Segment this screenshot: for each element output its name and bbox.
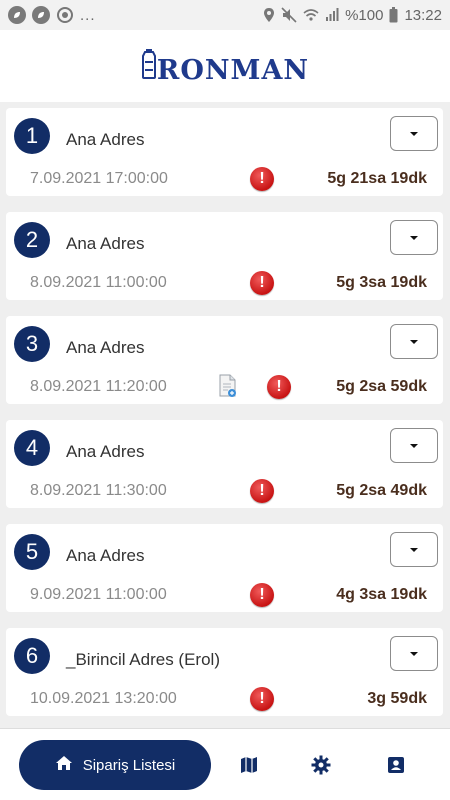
- order-number-badge: 3: [14, 326, 50, 362]
- order-date: 7.09.2021 17:00:00: [30, 170, 168, 187]
- water-bottle-icon: [141, 48, 157, 84]
- app-header: RONMAN: [0, 30, 450, 112]
- order-number-badge: 4: [14, 430, 50, 466]
- order-address: Ana Adres: [66, 234, 145, 253]
- order-dropdown-button[interactable]: [390, 324, 438, 359]
- battery-icon: [389, 7, 398, 23]
- settings-icon[interactable]: [311, 755, 331, 775]
- logo-text: RONMAN: [156, 54, 310, 86]
- order-dropdown-button[interactable]: [390, 428, 438, 463]
- alert-icon: !: [250, 167, 274, 191]
- sync-icon: [56, 6, 74, 24]
- location-icon: [263, 7, 275, 23]
- alert-icon: !: [250, 271, 274, 295]
- bottom-navigation: Sipariş Listesi: [0, 728, 450, 800]
- order-card[interactable]: 6 _Birincil Adres (Erol) 10.09.2021 13:20:…: [6, 628, 443, 716]
- order-dropdown-button[interactable]: [390, 116, 438, 151]
- notification-more: ...: [80, 6, 96, 24]
- order-address: Ana Adres: [66, 130, 145, 149]
- alert-icon: !: [250, 687, 274, 711]
- order-card[interactable]: 2 Ana Adres 8.09.2021 11:00:00! 5g 3sa 19dk: [6, 212, 443, 300]
- order-number-badge: 6: [14, 638, 50, 674]
- order-list-button-label: Sipariş Listesi: [82, 756, 176, 774]
- order-dropdown-button[interactable]: [390, 532, 438, 567]
- battery-level: %100: [345, 6, 384, 24]
- order-dropdown-button[interactable]: [390, 220, 438, 255]
- order-address: Ana Adres: [66, 338, 145, 357]
- order-card[interactable]: 5 Ana Adres 9.09.2021 11:00:00! 4g 3sa 19dk: [6, 524, 443, 612]
- mute-icon: [281, 7, 297, 23]
- order-dropdown-button[interactable]: [390, 636, 438, 671]
- home-icon: [55, 755, 73, 775]
- caret-down-icon: [410, 651, 418, 656]
- caret-down-icon: [410, 443, 418, 448]
- order-remaining-time: 3g 59dk: [367, 690, 427, 707]
- signal-icon: [325, 8, 339, 22]
- order-address: Ana Adres: [66, 442, 145, 461]
- ironman-logo: RONMAN: [141, 48, 310, 86]
- leaf-icon: [8, 6, 26, 24]
- contact-icon[interactable]: [386, 755, 406, 775]
- order-card[interactable]: 4 Ana Adres 8.09.2021 11:30:00! 5g 2sa 49dk: [6, 420, 443, 508]
- order-list-button[interactable]: Sipariş Listesi: [19, 740, 211, 790]
- order-number-badge: 1: [14, 118, 50, 154]
- order-remaining-time: 4g 3sa 19dk: [336, 586, 427, 603]
- order-card[interactable]: 3 Ana Adres 8.09.2021 11:20:00! 5g 2sa 59dk: [6, 316, 443, 404]
- status-bar-left: ...: [8, 6, 96, 24]
- caret-down-icon: [410, 131, 418, 136]
- order-card[interactable]: 1 Ana Adres 7.09.2021 17:00:00! 5g 21sa 19d…: [6, 108, 443, 196]
- order-remaining-time: 5g 3sa 19dk: [336, 274, 427, 291]
- alert-icon: !: [250, 583, 274, 607]
- order-address: Ana Adres: [66, 546, 145, 565]
- order-remaining-time: 5g 21sa 19dk: [327, 170, 427, 187]
- order-address: _Birincil Adres (Erol): [66, 650, 220, 669]
- caret-down-icon: [410, 235, 418, 240]
- order-date: 8.09.2021 11:30:00: [30, 482, 167, 499]
- order-list[interactable]: 1 Ana Adres 7.09.2021 17:00:00! 5g 21sa 19d…: [0, 104, 450, 726]
- caret-down-icon: [410, 547, 418, 552]
- order-number-badge: 2: [14, 222, 50, 258]
- alert-icon: !: [267, 375, 291, 399]
- map-icon[interactable]: [239, 755, 259, 775]
- order-remaining-time: 5g 2sa 59dk: [336, 378, 427, 395]
- clock: 13:22: [404, 6, 442, 24]
- order-date: 8.09.2021 11:20:00: [30, 378, 167, 395]
- order-remaining-time: 5g 2sa 49dk: [336, 482, 427, 499]
- alert-icon: !: [250, 479, 274, 503]
- order-date: 10.09.2021 13:20:00: [30, 690, 177, 707]
- status-bar-right: %100 13:22: [263, 7, 442, 24]
- order-date: 9.09.2021 11:00:00: [30, 586, 167, 603]
- order-date: 8.09.2021 11:00:00: [30, 274, 167, 291]
- status-bar: ... %100 13:22: [0, 0, 450, 30]
- document-icon[interactable]: [218, 374, 238, 403]
- order-number-badge: 5: [14, 534, 50, 570]
- leaf-icon: [32, 6, 50, 24]
- caret-down-icon: [410, 339, 418, 344]
- wifi-icon: [303, 8, 319, 22]
